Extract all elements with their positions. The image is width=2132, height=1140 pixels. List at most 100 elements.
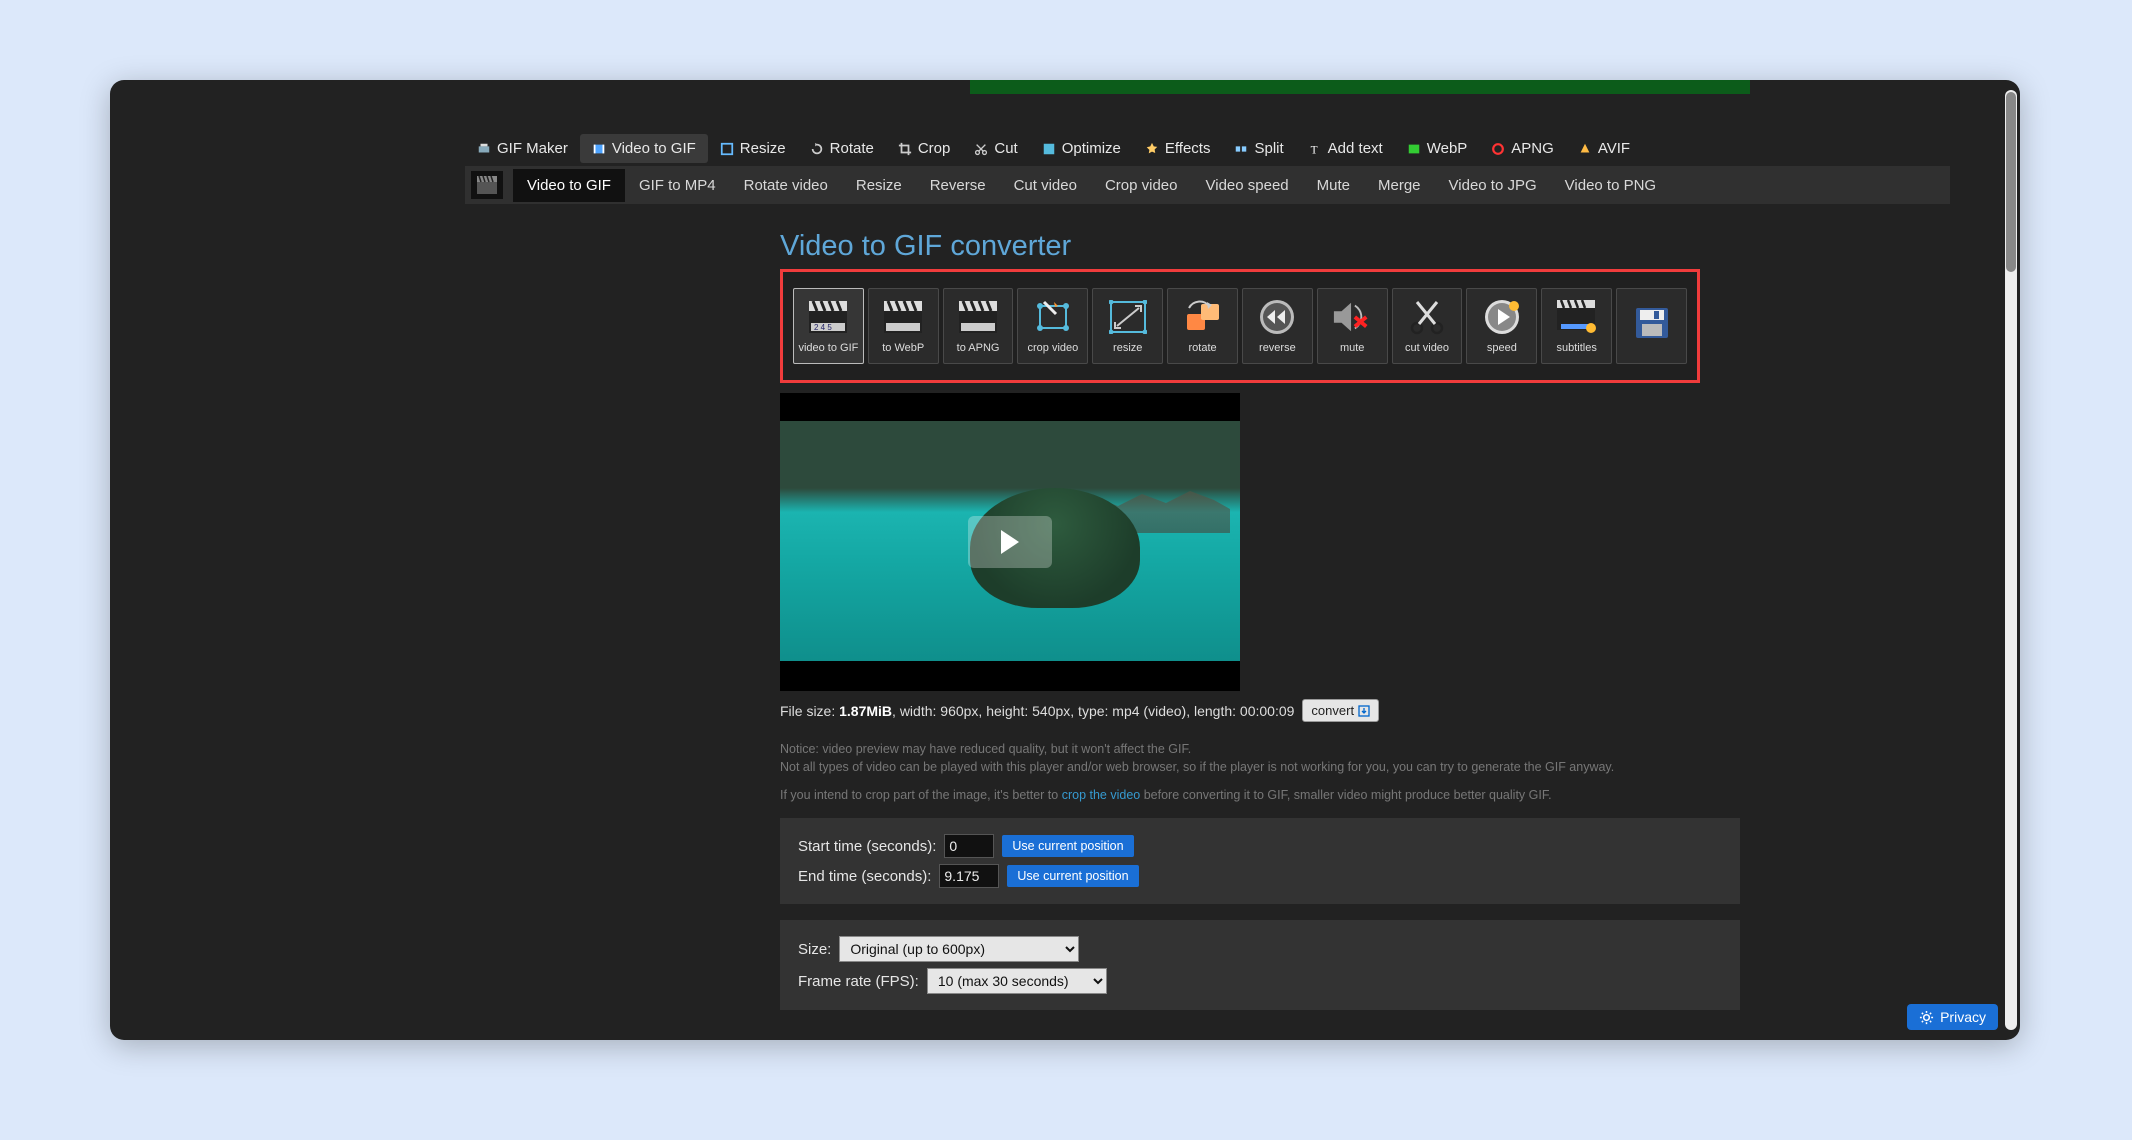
floppy-icon bbox=[1632, 304, 1672, 342]
sub-nav: Video to GIF GIF to MP4 Rotate video Res… bbox=[465, 166, 1950, 204]
file-info-rest: , width: 960px, height: 540px, type: mp4… bbox=[892, 703, 1294, 719]
webp-icon bbox=[1407, 142, 1421, 156]
rotate-icon bbox=[810, 142, 824, 156]
download-icon bbox=[1358, 705, 1370, 717]
subnav-gif-to-mp4[interactable]: GIF to MP4 bbox=[625, 169, 730, 202]
file-size: 1.87MiB bbox=[839, 703, 892, 719]
printer-icon bbox=[477, 142, 491, 156]
mute-icon bbox=[1332, 298, 1372, 336]
play-icon bbox=[1001, 530, 1019, 554]
clapperboard-icon bbox=[883, 298, 923, 336]
crop-tool-icon bbox=[1033, 298, 1073, 336]
svg-text:T: T bbox=[1310, 144, 1317, 156]
subnav-video-speed[interactable]: Video speed bbox=[1192, 169, 1303, 202]
nav-avif[interactable]: AVIF bbox=[1566, 134, 1642, 163]
nav-add-text[interactable]: T Add text bbox=[1296, 134, 1395, 163]
subnav-rotate-video[interactable]: Rotate video bbox=[730, 169, 842, 202]
subnav-video-to-png[interactable]: Video to PNG bbox=[1551, 169, 1670, 202]
nav-rotate[interactable]: Rotate bbox=[798, 134, 886, 163]
top-nav: GIF Maker Video to GIF Resize Rotate Cro… bbox=[465, 134, 1642, 163]
nav-label: Split bbox=[1254, 140, 1283, 157]
tool-to-webp[interactable]: to WebP bbox=[868, 288, 939, 364]
tool-mute[interactable]: mute bbox=[1317, 288, 1388, 364]
tool-to-apng[interactable]: to APNG bbox=[943, 288, 1014, 364]
nav-crop[interactable]: Crop bbox=[886, 134, 963, 163]
start-time-input[interactable] bbox=[944, 834, 994, 858]
time-panel: Start time (seconds): Use current positi… bbox=[780, 818, 1740, 904]
tool-video-to-gif[interactable]: 2 4 5 video to GIF bbox=[793, 288, 864, 364]
size-select[interactable]: Original (up to 600px) bbox=[839, 936, 1079, 962]
split-icon bbox=[1234, 142, 1248, 156]
convert-button[interactable]: convert bbox=[1302, 699, 1379, 722]
tool-cut-video[interactable]: cut video bbox=[1392, 288, 1463, 364]
fps-label: Frame rate (FPS): bbox=[798, 973, 919, 990]
reverse-icon bbox=[1257, 298, 1297, 336]
avif-icon bbox=[1578, 142, 1592, 156]
nav-label: Rotate bbox=[830, 140, 874, 157]
subnav-video-to-jpg[interactable]: Video to JPG bbox=[1435, 169, 1551, 202]
nav-optimize[interactable]: Optimize bbox=[1030, 134, 1133, 163]
subnav-merge[interactable]: Merge bbox=[1364, 169, 1435, 202]
nav-split[interactable]: Split bbox=[1222, 134, 1295, 163]
crop-icon bbox=[898, 142, 912, 156]
nav-label: AVIF bbox=[1598, 140, 1630, 157]
text-icon: T bbox=[1308, 142, 1322, 156]
tool-speed[interactable]: speed bbox=[1466, 288, 1537, 364]
app-window: GIF Maker Video to GIF Resize Rotate Cro… bbox=[110, 80, 2020, 1040]
scissors-icon bbox=[1407, 298, 1447, 336]
subnav-resize[interactable]: Resize bbox=[842, 169, 916, 202]
tool-reverse[interactable]: reverse bbox=[1242, 288, 1313, 364]
film-icon bbox=[592, 142, 606, 156]
subnav-reverse[interactable]: Reverse bbox=[916, 169, 1000, 202]
nav-gif-maker[interactable]: GIF Maker bbox=[465, 134, 580, 163]
tool-crop-video[interactable]: crop video bbox=[1017, 288, 1088, 364]
nav-webp[interactable]: WebP bbox=[1395, 134, 1480, 163]
fps-select[interactable]: 10 (max 30 seconds) bbox=[927, 968, 1107, 994]
tool-resize[interactable]: resize bbox=[1092, 288, 1163, 364]
tool-rotate[interactable]: rotate bbox=[1167, 288, 1238, 364]
nav-label: Cut bbox=[994, 140, 1017, 157]
crop-video-link[interactable]: crop the video bbox=[1062, 788, 1141, 802]
rotate-tool-icon bbox=[1183, 298, 1223, 336]
notice-text: Notice: video preview may have reduced q… bbox=[780, 740, 1740, 804]
content-area: GIF Maker Video to GIF Resize Rotate Cro… bbox=[110, 80, 2020, 1040]
clapperboard-icon bbox=[958, 298, 998, 336]
nav-effects[interactable]: Effects bbox=[1133, 134, 1223, 163]
subnav-video-to-gif[interactable]: Video to GIF bbox=[513, 169, 625, 202]
main-content: Video to GIF converter 2 4 5 video to GI… bbox=[780, 230, 1740, 1040]
subtitles-icon bbox=[1557, 298, 1597, 336]
nav-label: Resize bbox=[740, 140, 786, 157]
end-time-label: End time (seconds): bbox=[798, 868, 931, 885]
svg-text:2 4 5: 2 4 5 bbox=[814, 323, 832, 332]
nav-cut[interactable]: Cut bbox=[962, 134, 1029, 163]
cut-icon bbox=[974, 142, 988, 156]
nav-apng[interactable]: APNG bbox=[1479, 134, 1566, 163]
subnav-crop-video[interactable]: Crop video bbox=[1091, 169, 1192, 202]
nav-resize[interactable]: Resize bbox=[708, 134, 798, 163]
optimize-icon bbox=[1042, 142, 1056, 156]
page-title: Video to GIF converter bbox=[780, 230, 1740, 263]
tool-subtitles[interactable]: subtitles bbox=[1541, 288, 1612, 364]
apng-icon bbox=[1491, 142, 1505, 156]
top-green-bar bbox=[970, 80, 1750, 94]
subnav-mute[interactable]: Mute bbox=[1303, 169, 1364, 202]
use-current-start-button[interactable]: Use current position bbox=[1002, 835, 1133, 857]
privacy-button[interactable]: Privacy bbox=[1907, 1004, 1998, 1030]
file-info: File size: 1.87MiB, width: 960px, height… bbox=[780, 699, 1740, 722]
speed-icon bbox=[1482, 298, 1522, 336]
play-button[interactable] bbox=[968, 516, 1052, 568]
tool-save[interactable] bbox=[1616, 288, 1687, 364]
end-time-input[interactable] bbox=[939, 864, 999, 888]
nav-label: Crop bbox=[918, 140, 951, 157]
video-player[interactable] bbox=[780, 393, 1240, 691]
nav-video-to-gif[interactable]: Video to GIF bbox=[580, 134, 708, 163]
resize-tool-icon bbox=[1108, 298, 1148, 336]
use-current-end-button[interactable]: Use current position bbox=[1007, 865, 1138, 887]
gear-icon bbox=[1919, 1010, 1934, 1025]
start-time-label: Start time (seconds): bbox=[798, 838, 936, 855]
settings-panel: Size: Original (up to 600px) Frame rate … bbox=[780, 920, 1740, 1010]
nav-label: Optimize bbox=[1062, 140, 1121, 157]
subnav-cut-video[interactable]: Cut video bbox=[1000, 169, 1091, 202]
nav-label: APNG bbox=[1511, 140, 1554, 157]
clapper-icon bbox=[471, 171, 503, 199]
